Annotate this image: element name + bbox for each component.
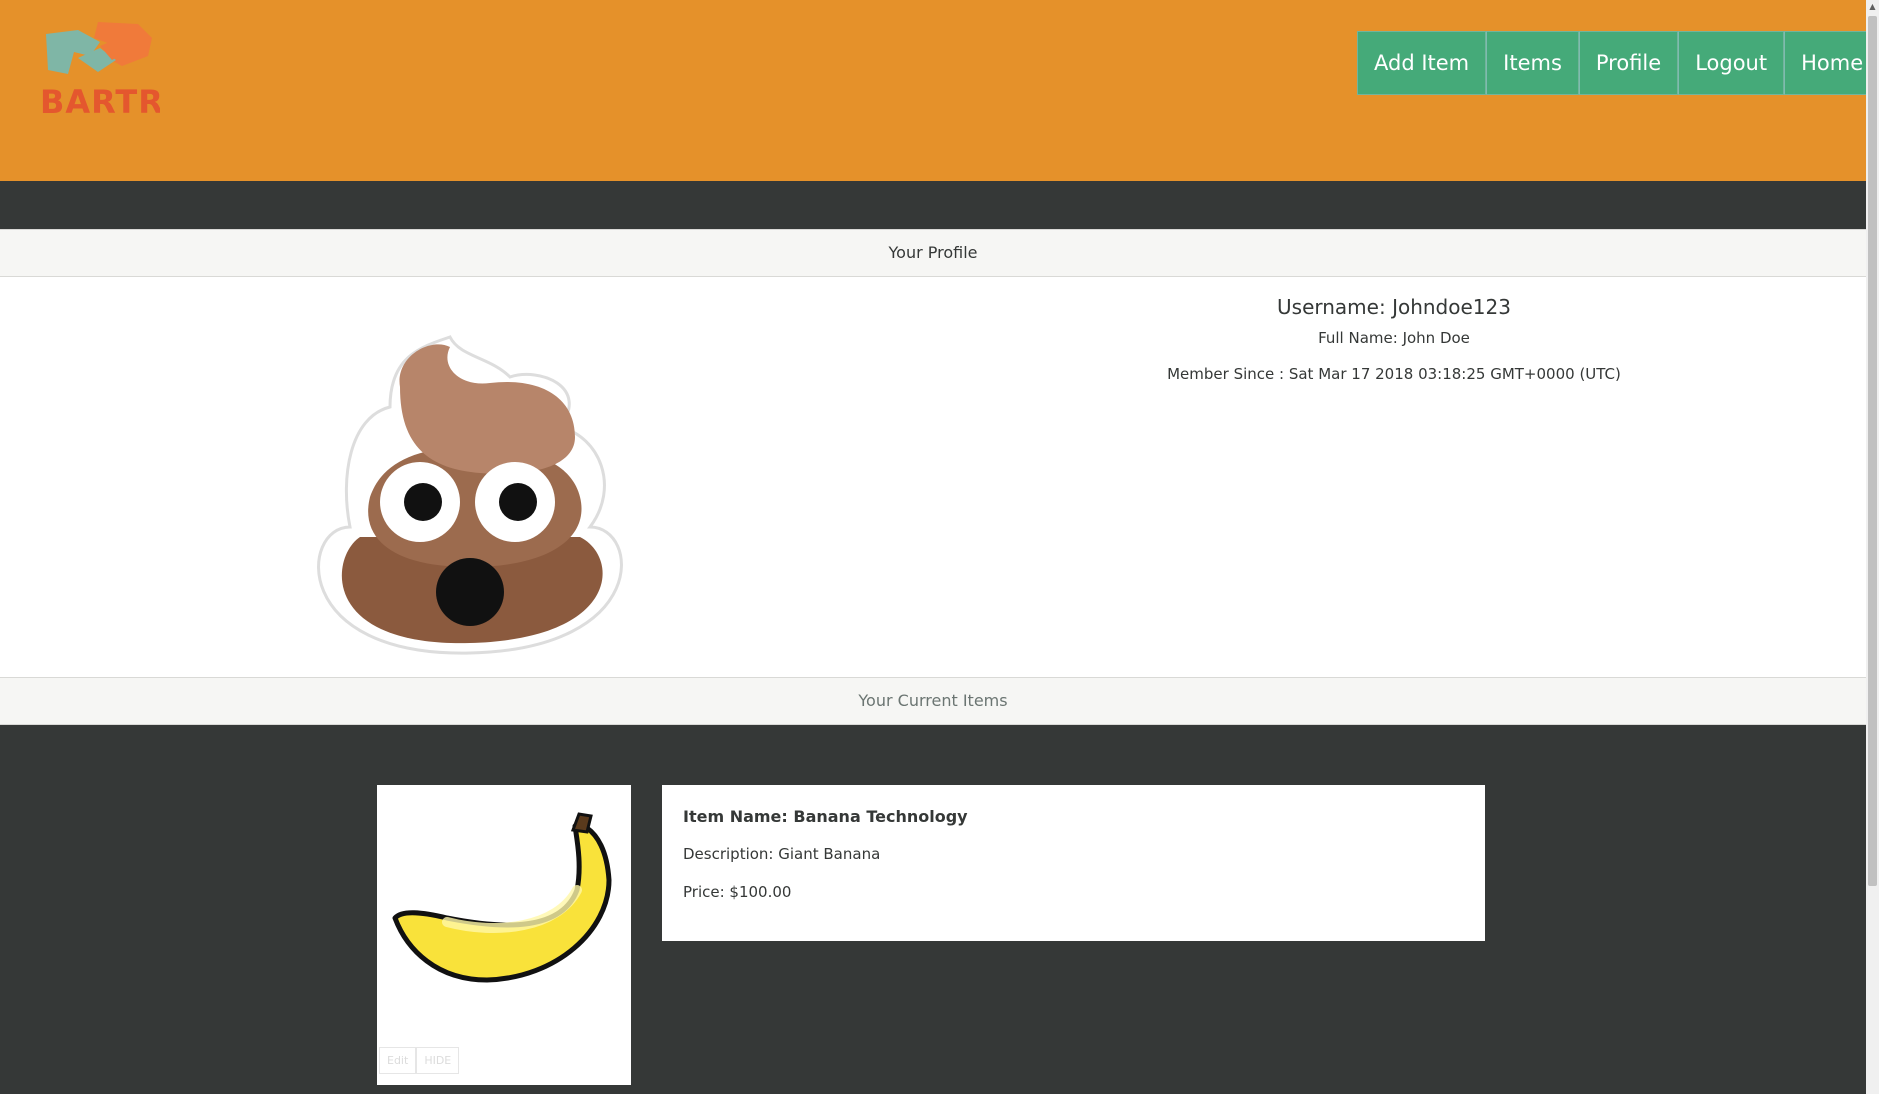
profile-full-name: Full Name: John Doe [1318, 329, 1470, 347]
nav-add-item[interactable]: Add Item [1357, 31, 1487, 95]
item-actions: Edit HIDE [379, 1047, 460, 1074]
profile-panel: Username: Johndoe123 Full Name: John Doe… [0, 277, 1866, 677]
nav-logout[interactable]: Logout [1678, 31, 1785, 95]
item-description: Description: Giant Banana [683, 845, 881, 863]
item-card: Edit HIDE [377, 785, 631, 1085]
site-header: BARTR Add Item Items Profile Logout Home [0, 0, 1879, 181]
nav-profile[interactable]: Profile [1578, 31, 1679, 95]
item-edit-button[interactable]: Edit [379, 1047, 417, 1074]
item-name: Item Name: Banana Technology [683, 807, 968, 826]
profile-section-title: Your Profile [0, 229, 1866, 277]
item-details-panel: Item Name: Banana Technology Description… [662, 785, 1485, 941]
profile-info: Username: Johndoe123 Full Name: John Doe… [1094, 295, 1694, 383]
scroll-up-arrow-icon[interactable]: ▲ [1866, 0, 1879, 14]
nav-items[interactable]: Items [1486, 31, 1579, 95]
nav-home[interactable]: Home [1784, 31, 1879, 95]
bartr-logo[interactable]: BARTR [38, 12, 160, 118]
poop-emoji-avatar-icon [317, 335, 623, 655]
items-section-title: Your Current Items [0, 677, 1866, 725]
item-price: Price: $100.00 [683, 883, 792, 901]
main-nav: Add Item Items Profile Logout Home [1357, 31, 1879, 95]
page-scrollbar-thumb[interactable] [1868, 16, 1877, 886]
logo-wordmark: BARTR [40, 83, 160, 118]
profile-member-since: Member Since : Sat Mar 17 2018 03:18:25 … [1167, 365, 1621, 383]
banana-image-icon [392, 812, 612, 983]
profile-username: Username: Johndoe123 [1277, 295, 1511, 319]
item-hide-button[interactable]: HIDE [416, 1047, 460, 1074]
